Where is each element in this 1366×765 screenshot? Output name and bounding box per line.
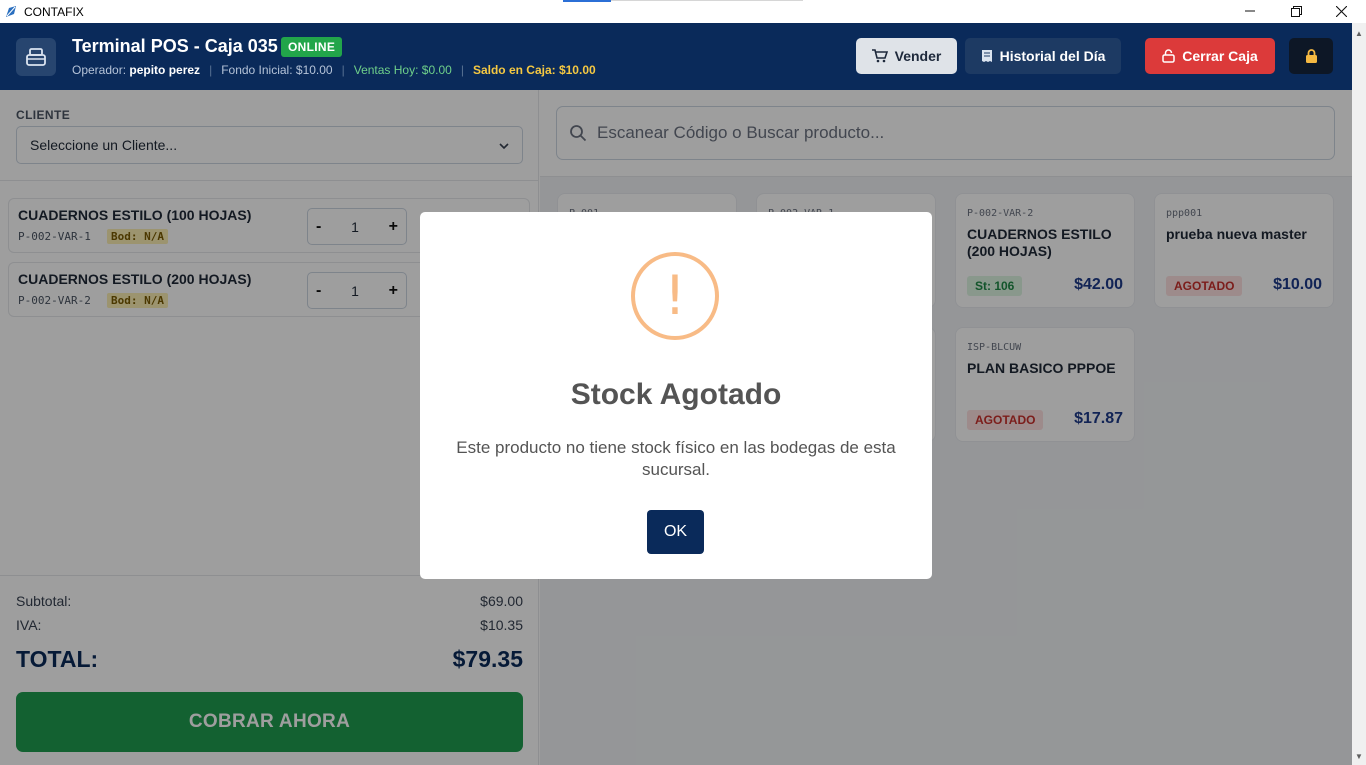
cerrar-caja-label: Cerrar Caja [1182,48,1258,64]
lock-icon [1305,48,1317,63]
ventas-hoy: Ventas Hoy: $0.00 [353,63,452,77]
operator-name: pepito perez [129,63,201,77]
vender-button[interactable]: Vender [856,38,957,74]
historial-button[interactable]: Historial del Día [965,38,1121,74]
stock-alert-dialog: ! Stock Agotado Este producto no tiene s… [420,212,932,579]
ok-button[interactable]: OK [647,510,704,554]
minimize-icon [1245,10,1255,12]
scroll-down-icon[interactable]: ▼ [1355,752,1363,761]
cerrar-caja-button[interactable]: Cerrar Caja [1145,38,1275,74]
window-titlebar: CONTAFIX [0,0,1366,23]
unlock-icon [1162,49,1175,63]
terminal-title: Terminal POS - Caja 035 [72,36,278,56]
lock-screen-button[interactable] [1289,38,1333,74]
historial-label: Historial del Día [999,48,1106,64]
fondo-inicial: Fondo Inicial: $10.00 [221,63,333,77]
close-icon [1335,5,1347,17]
vender-label: Vender [894,48,942,64]
close-window-button[interactable] [1318,0,1364,22]
warning-icon: ! [631,252,719,340]
minimize-button[interactable] [1227,0,1273,22]
window-title: CONTAFIX [24,4,84,19]
vertical-scrollbar[interactable]: ▲ ▼ [1352,23,1366,765]
tab-strip-accent [563,0,611,2]
session-summary: Operador: pepito perez | Fondo Inicial: … [72,63,596,77]
receipt-icon [981,50,992,62]
saldo-caja: Saldo en Caja: $10.00 [472,63,596,77]
pos-header: Terminal POS - Caja 035 ONLINE Operador:… [0,23,1352,90]
dialog-title: Stock Agotado [570,378,782,411]
restore-icon [1290,5,1302,17]
operator-label: Operador: [72,63,127,77]
restore-button[interactable] [1273,0,1319,22]
scroll-up-icon[interactable]: ▲ [1355,29,1363,38]
cash-register-icon [16,38,56,76]
cart-icon [871,49,888,63]
online-status-badge: ONLINE [281,37,343,57]
app-logo-icon [5,5,18,18]
dialog-message: Este producto no tiene stock físico en l… [456,438,896,479]
